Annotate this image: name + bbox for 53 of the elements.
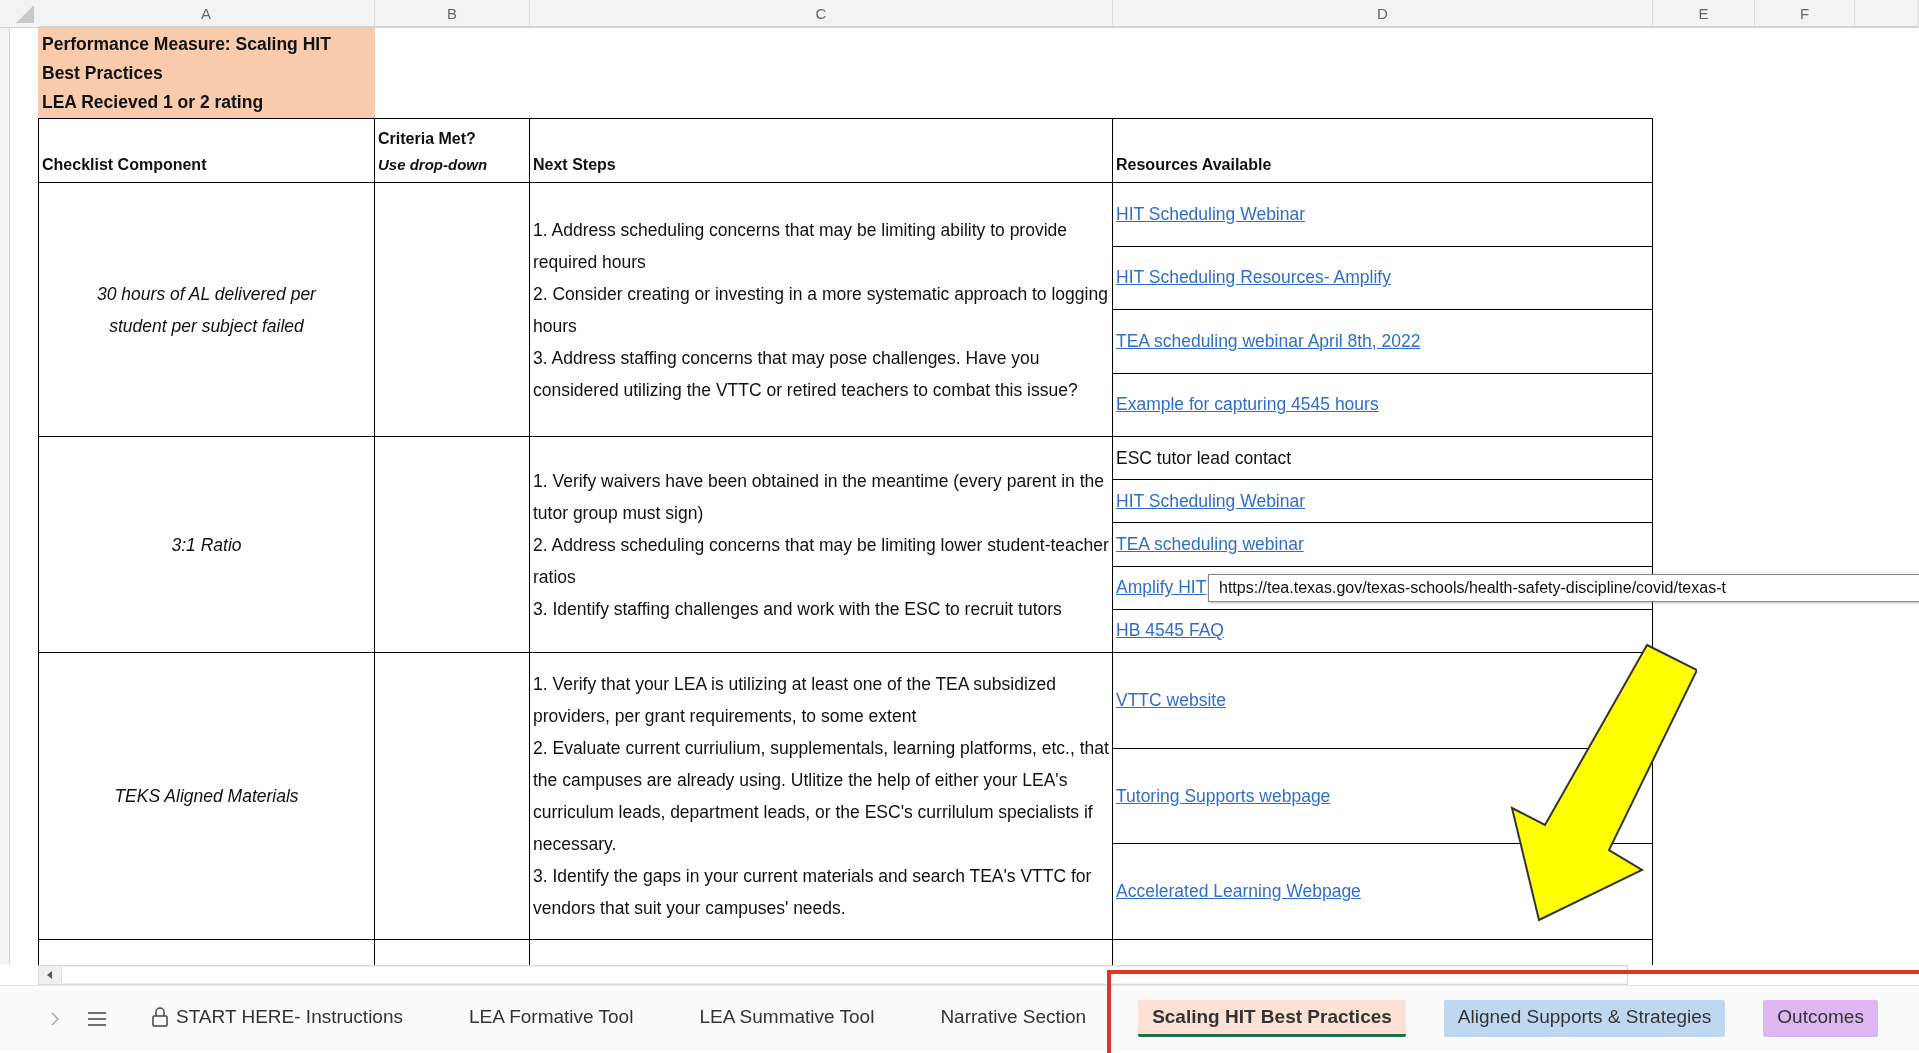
resource-link[interactable]: HIT Scheduling Resources- Amplify	[1116, 267, 1391, 289]
resource-link[interactable]: HIT Scheduling Webinar	[1116, 490, 1306, 512]
resource-link[interactable]: Tutoring Supports webpage	[1116, 785, 1331, 807]
sheet-tab[interactable]: Scaling HIT Best Practices	[1138, 1000, 1406, 1037]
sheet-tab[interactable]: LEA Summative Tool	[685, 1000, 889, 1037]
resource-link[interactable]: HB 4545 FAQ	[1116, 620, 1224, 642]
column-header[interactable]: B	[375, 0, 530, 28]
column-header[interactable]	[1855, 0, 1919, 28]
header-cell: Criteria Met? Use drop-down	[375, 118, 530, 183]
next-step-text: 1. Address scheduling concerns that may be limiting ability to provide required hours	[533, 218, 1069, 274]
next-sheet-icon[interactable]	[50, 1010, 60, 1027]
column-header[interactable]: C	[530, 0, 1113, 28]
row-header[interactable]	[0, 28, 10, 118]
sheet-tab[interactable]: START HERE- Instructions	[138, 1000, 417, 1037]
column-header[interactable]: A	[38, 0, 375, 28]
menu-icon[interactable]	[88, 1011, 106, 1026]
next-step-text: 1. Verify that your LEA is utilizing at least one of the TEA subsidized providers, per grant requirements, to some extent	[533, 673, 1058, 728]
checklist-component: 3:1 Ratio	[171, 533, 242, 557]
sheet-tab[interactable]: Narrative Section	[926, 1000, 1101, 1037]
sheet-tab[interactable]: Outcomes	[1763, 1000, 1878, 1037]
next-step-text: 2. Consider creating or investing in a more systematic approach to logging hours	[533, 282, 1109, 338]
column-header[interactable]: F	[1755, 0, 1855, 28]
resource-link[interactable]: VTTC website	[1116, 689, 1226, 711]
criteria-cell[interactable]	[375, 183, 530, 437]
row-header[interactable]	[0, 940, 10, 965]
sheet-tab[interactable]: Aligned Supports & Strategies	[1443, 1000, 1726, 1037]
criteria-cell[interactable]	[375, 653, 530, 940]
scroll-left-icon[interactable]	[45, 970, 55, 980]
resource-link[interactable]: HIT Scheduling Webinar	[1116, 203, 1306, 225]
resource-text: ESC tutor lead contact	[1116, 447, 1292, 469]
resource-link[interactable]: Accelerated Learning Webpage	[1116, 881, 1361, 903]
resource-link[interactable]: TEA scheduling webinar April 8th, 2022	[1116, 330, 1421, 352]
sheet-tab[interactable]: LEA Formative Tool	[455, 1000, 648, 1037]
header-cell: Checklist Component	[38, 118, 375, 183]
resource-link[interactable]: TEA scheduling webinar	[1116, 534, 1304, 555]
checklist-component: TEKS Aligned Materials	[114, 785, 299, 808]
header-cell: Resources Available	[1113, 118, 1653, 183]
checklist-component: 30 hours of AL delivered per student per subject failed	[96, 282, 318, 338]
resource-link[interactable]: Amplify HIT	[1116, 577, 1207, 599]
link-tooltip: https://tea.texas.gov/texas-schools/health-safety-discipline/covid/texas-t	[1208, 573, 1919, 602]
next-step-text: 2. Evaluate current curriulium, supplementals, learning platforms, etc., that the campuses are already using. Utlitize the help of either your LEA's curriculum leads, department leads, or the ESC's currilulum specialists if necessary.	[533, 737, 1109, 856]
header-cell: Next Steps	[530, 118, 1113, 183]
column-header[interactable]: D	[1113, 0, 1653, 28]
title-cell: Performance Measure: Scaling HIT Best Practices LEA Recieved 1 or 2 rating	[38, 28, 375, 118]
next-step-text: 3. Identify staffing challenges and work with the ESC to recruit tutors	[533, 597, 1063, 621]
column-header[interactable]: E	[1653, 0, 1755, 28]
next-step-text: 1. Verify waivers have been obtained in the meantime (every parent in the tutor group must sign)	[533, 469, 1106, 525]
horizontal-scrollbar[interactable]	[38, 965, 1628, 985]
next-step-text: 2. Address scheduling concerns that may be limiting lower student-teacher ratios	[533, 533, 1109, 589]
next-step-text: 3. Identify the gaps in your current materials and search TEA's VTTC for vendors that suit your campuses' needs.	[533, 865, 1093, 920]
next-step-text: 3. Address staffing concerns that may pose challenges. Have you considered utilizing the VTTC or retired teachers to combat this issue?	[533, 346, 1079, 402]
criteria-cell[interactable]	[375, 437, 530, 653]
resource-link[interactable]: Example for capturing 4545 hours	[1116, 394, 1379, 416]
